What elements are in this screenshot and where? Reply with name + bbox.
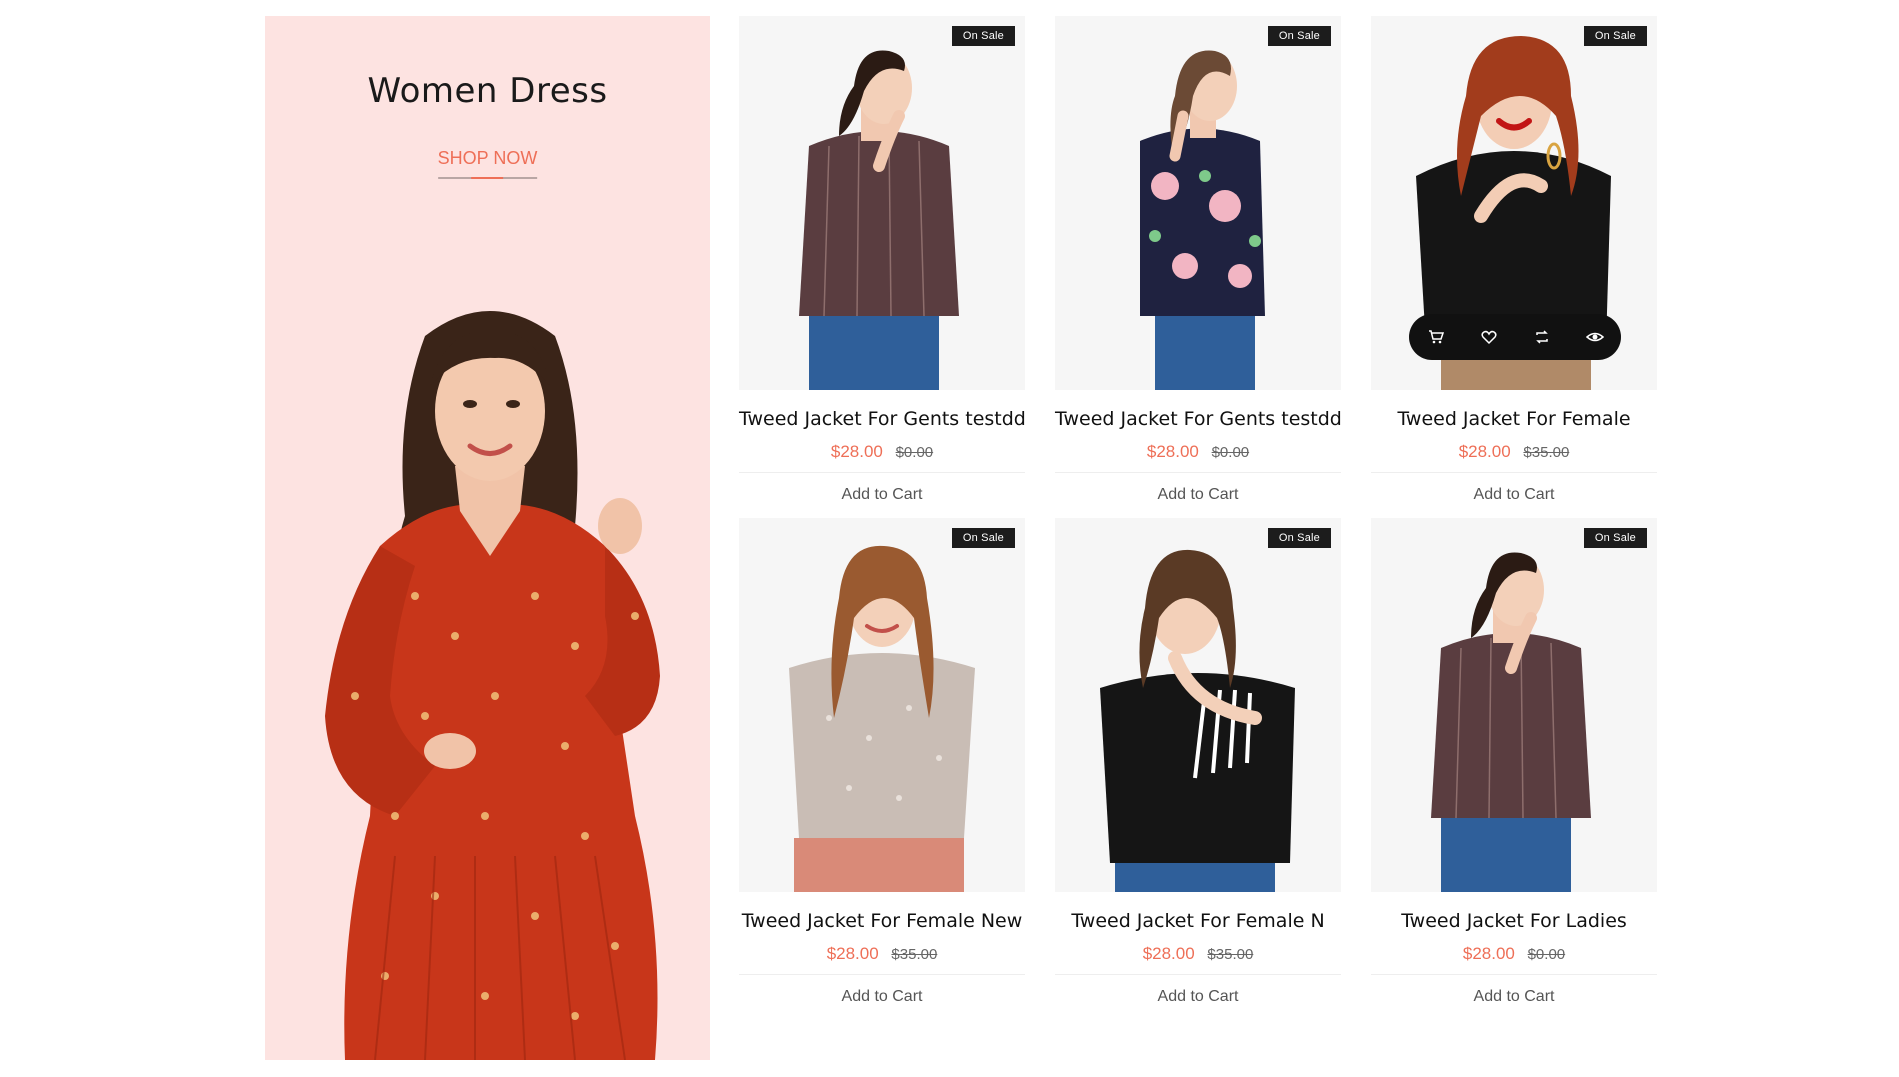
on-sale-badge: On Sale: [1267, 26, 1331, 46]
product-card[interactable]: On Sale Tweed Jacket For Gents testdd $2…: [739, 16, 1026, 518]
divider: [1371, 472, 1657, 473]
price-row: $28.00 $35.00: [1055, 944, 1341, 964]
product-title[interactable]: Tweed Jacket For Ladies: [1371, 910, 1657, 932]
price-row: $28.00 $0.00: [1371, 944, 1657, 964]
original-price: $35.00: [1207, 946, 1254, 963]
woman-black-striped-top-image: [1100, 549, 1295, 892]
woman-striped-shirt-image: [799, 50, 959, 390]
product-title[interactable]: Tweed Jacket For Female New: [739, 910, 1025, 932]
product-image[interactable]: On Sale: [739, 518, 1025, 892]
add-to-cart-button[interactable]: Add to Cart: [1371, 486, 1657, 504]
on-sale-badge: On Sale: [951, 26, 1015, 46]
sale-price: $28.00: [1458, 442, 1511, 461]
product-card[interactable]: On Sale Tweed Jacket For Female $28.00 $…: [1371, 16, 1657, 518]
woman-floral-blouse-image: [1140, 50, 1265, 390]
add-to-cart-button[interactable]: Add to Cart: [739, 486, 1025, 504]
original-price: $0.00: [1527, 946, 1566, 963]
product-image[interactable]: On Sale: [739, 16, 1025, 390]
on-sale-badge: On Sale: [951, 528, 1015, 548]
shop-now-link[interactable]: SHOP NOW: [437, 148, 538, 179]
woman-striped-shirt-image: [1431, 552, 1591, 892]
divider: [1371, 974, 1657, 975]
sale-price: $28.00: [830, 442, 883, 461]
sale-price: $28.00: [1142, 944, 1195, 963]
price-row: $28.00 $0.00: [739, 442, 1025, 462]
product-image[interactable]: On Sale: [1371, 16, 1657, 390]
on-sale-badge: On Sale: [1583, 26, 1647, 46]
price-row: $28.00 $35.00: [1371, 442, 1657, 462]
product-card[interactable]: On Sale Tweed Jacket For Ladies $28.00 $…: [1371, 518, 1657, 1020]
product-title[interactable]: Tweed Jacket For Gents testdd: [739, 408, 1026, 430]
product-card[interactable]: On Sale Tweed Jacket For Female New $28.…: [739, 518, 1025, 1020]
product-title[interactable]: Tweed Jacket For Female N: [1055, 910, 1341, 932]
woman-sequin-top-image: [789, 545, 975, 892]
add-to-cart-button[interactable]: Add to Cart: [1371, 988, 1657, 1006]
product-card[interactable]: On Sale Tweed Jacket For Gents testdd $2…: [1055, 16, 1342, 518]
sale-price: $28.00: [826, 944, 879, 963]
original-price: $0.00: [895, 444, 934, 461]
product-card[interactable]: On Sale Tweed Jacket For Female N $28.00…: [1055, 518, 1341, 1020]
add-to-cart-button[interactable]: Add to Cart: [1055, 988, 1341, 1006]
product-grid: On Sale Tweed Jacket For Gents testdd $2…: [739, 16, 1657, 1020]
product-image[interactable]: On Sale: [1055, 16, 1341, 390]
sale-price: $28.00: [1462, 944, 1515, 963]
price-row: $28.00 $35.00: [739, 944, 1025, 964]
cart-icon[interactable]: [1413, 314, 1459, 360]
on-sale-badge: On Sale: [1583, 528, 1647, 548]
add-to-cart-button[interactable]: Add to Cart: [739, 988, 1025, 1006]
sale-price: $28.00: [1146, 442, 1199, 461]
original-price: $35.00: [1523, 444, 1570, 461]
divider: [1055, 974, 1341, 975]
on-sale-badge: On Sale: [1267, 528, 1331, 548]
original-price: $35.00: [891, 946, 938, 963]
compare-icon[interactable]: [1519, 314, 1565, 360]
quick-actions-bar: [1409, 314, 1621, 360]
add-to-cart-button[interactable]: Add to Cart: [1055, 486, 1341, 504]
product-title[interactable]: Tweed Jacket For Gents testdd: [1055, 408, 1342, 430]
banner-title: Women Dress: [367, 71, 608, 111]
promo-banner: Women Dress SHOP NOW: [265, 16, 710, 1060]
banner-model-image: [325, 311, 660, 1060]
divider: [739, 974, 1025, 975]
eye-icon[interactable]: [1572, 314, 1618, 360]
divider: [739, 472, 1025, 473]
original-price: $0.00: [1211, 444, 1250, 461]
product-image[interactable]: On Sale: [1055, 518, 1341, 892]
price-row: $28.00 $0.00: [1055, 442, 1341, 462]
product-image[interactable]: On Sale: [1371, 518, 1657, 892]
product-title[interactable]: Tweed Jacket For Female: [1371, 408, 1657, 430]
divider: [1055, 472, 1341, 473]
heart-icon[interactable]: [1466, 314, 1512, 360]
